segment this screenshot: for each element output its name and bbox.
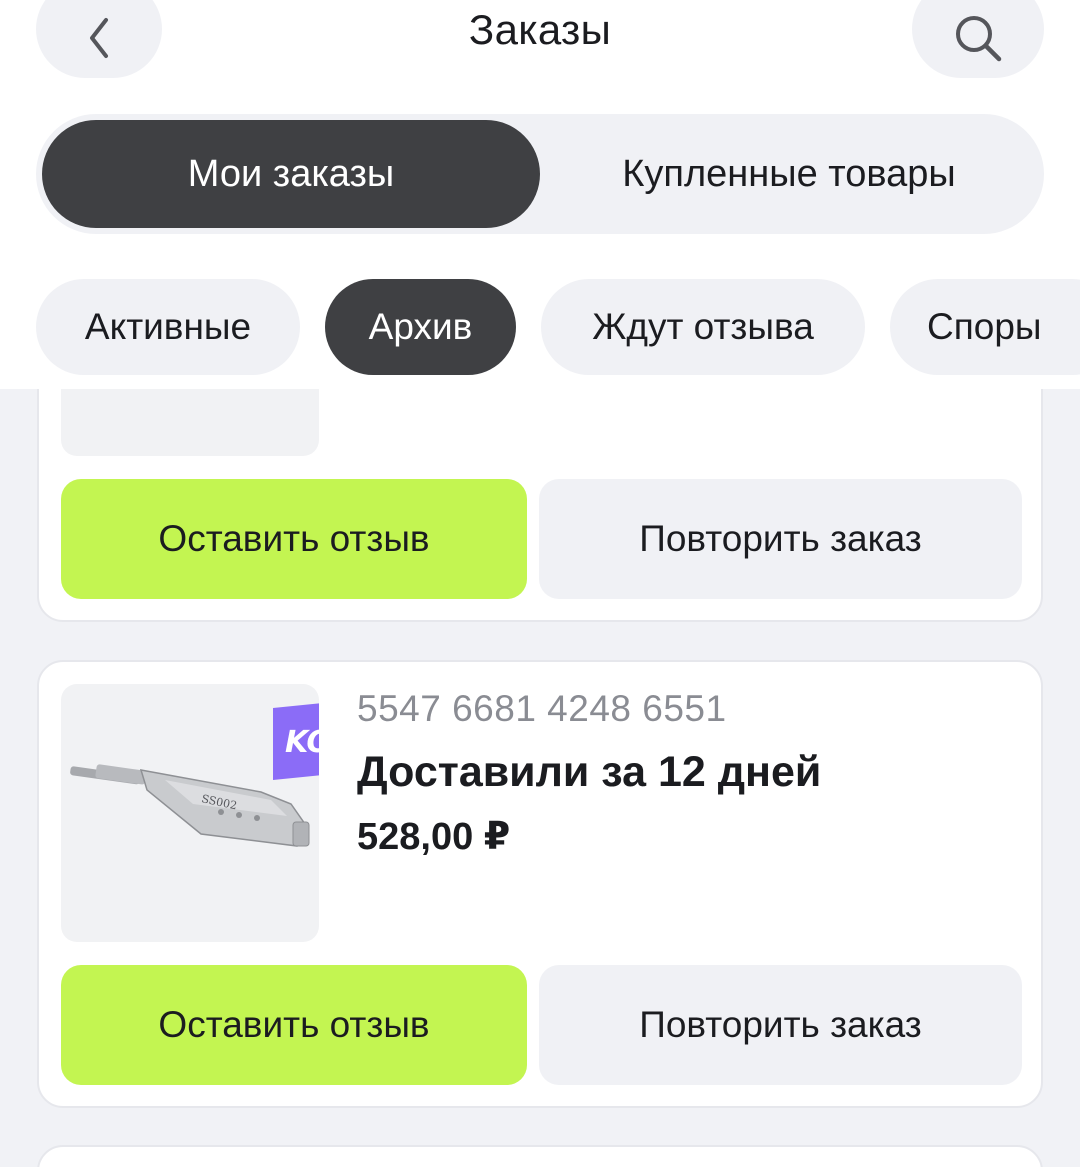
repeat-order-button[interactable]: Повторить заказ — [539, 965, 1022, 1085]
order-card: SS002 KO! 5547 6681 4248 6551 Доставили … — [37, 660, 1043, 1108]
order-number: 5547 6681 4248 6551 — [357, 688, 727, 729]
order-price: 528,00 ₽ — [357, 816, 511, 858]
orders-segmented-control: Мои заказы Купленные товары — [36, 114, 1044, 234]
order-card — [37, 1145, 1043, 1167]
leave-review-button[interactable]: Оставить отзыв — [61, 965, 527, 1085]
filter-active[interactable]: Активные — [36, 279, 300, 375]
tab-my-orders[interactable]: Мои заказы — [42, 120, 540, 228]
leave-review-button[interactable]: Оставить отзыв — [61, 479, 527, 599]
header: Заказы Мои заказы Купленные товары Актив… — [0, 0, 1080, 389]
product-image[interactable]: SS002 KO! — [61, 684, 319, 942]
repeat-order-button[interactable]: Повторить заказ — [539, 479, 1022, 599]
tab-bought-products[interactable]: Купленные товары — [540, 120, 1038, 228]
filter-disputes[interactable]: Споры — [890, 279, 1080, 375]
ko-badge-icon: KO! — [273, 703, 319, 780]
search-icon — [956, 16, 1002, 62]
filter-awaiting-review[interactable]: Ждут отзыва — [541, 279, 865, 375]
filter-archive[interactable]: Архив — [325, 279, 516, 375]
order-status: Доставили за 12 дней — [357, 748, 822, 796]
search-button[interactable] — [912, 0, 1044, 78]
ko-badge-label: KO! — [285, 725, 319, 760]
